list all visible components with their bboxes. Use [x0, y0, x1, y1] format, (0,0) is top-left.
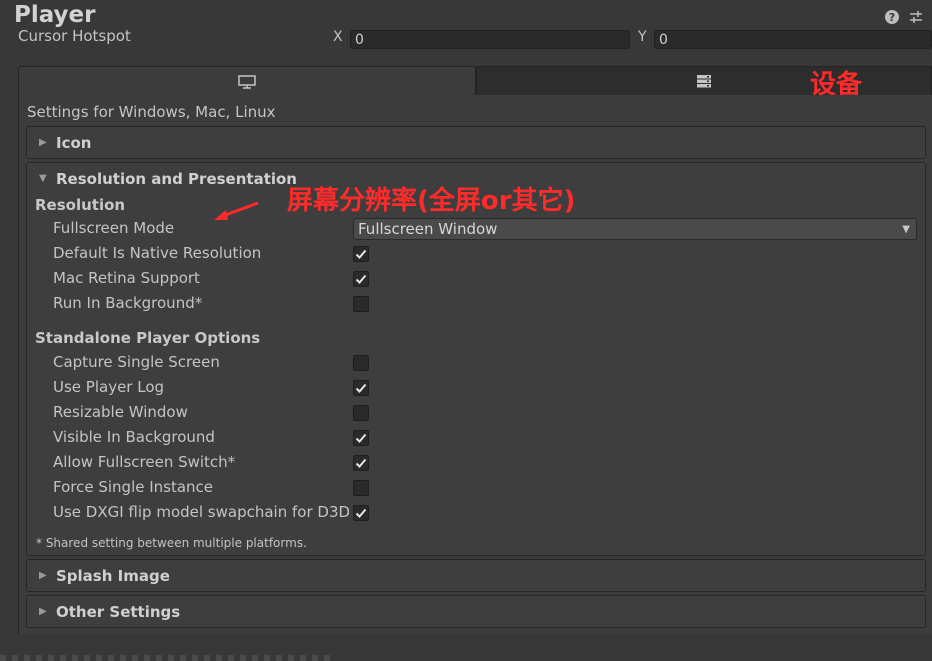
settings-sliders-icon[interactable]	[909, 10, 923, 24]
chevron-down-icon: ▼	[902, 224, 910, 235]
fullscreen-mode-value: Fullscreen Window	[358, 220, 498, 238]
foldout-other-settings[interactable]: ▶ Other Settings	[26, 595, 926, 628]
inspector-title: Player	[14, 2, 96, 28]
setting-checkbox[interactable]	[353, 455, 369, 471]
tab-dedicated-server[interactable]	[476, 66, 932, 96]
annotation-arrow-icon	[214, 201, 259, 220]
collapsed-arrow-icon: ▶	[39, 570, 47, 581]
platform-title: Settings for Windows, Mac, Linux	[27, 103, 276, 121]
checkmark-icon	[355, 433, 367, 443]
annotation-resolution: 屏幕分辨率(全屏or其它)	[287, 186, 576, 216]
expanded-arrow-icon: ▼	[39, 173, 47, 184]
cursor-hotspot-label: Cursor Hotspot	[18, 27, 131, 45]
foldout-icon-title: Icon	[56, 134, 92, 152]
setting-checkbox[interactable]	[353, 271, 369, 287]
collapsed-arrow-icon: ▶	[39, 606, 47, 617]
checkmark-icon	[355, 249, 367, 259]
setting-label: Run In Background*	[53, 294, 203, 312]
setting-checkbox[interactable]	[353, 380, 369, 396]
setting-label: Force Single Instance	[53, 478, 214, 496]
checkmark-icon	[355, 458, 367, 468]
checkmark-icon	[355, 383, 367, 393]
shared-setting-note: * Shared setting between multiple platfo…	[36, 536, 307, 550]
foldout-resolution-title[interactable]: Resolution and Presentation	[56, 170, 297, 188]
y-axis-label: Y	[638, 29, 647, 45]
setting-label: Resizable Window	[53, 403, 188, 421]
fullscreen-mode-dropdown[interactable]: Fullscreen Window ▼	[353, 218, 917, 240]
standalone-options-heading: Standalone Player Options	[35, 329, 261, 347]
resolution-heading: Resolution	[35, 196, 126, 214]
monitor-icon	[238, 74, 256, 89]
setting-label: Mac Retina Support	[53, 269, 200, 287]
setting-label: Visible In Background	[53, 428, 215, 446]
foldout-other-title: Other Settings	[56, 603, 181, 621]
setting-label: Use DXGI flip model swapchain for D3D11	[53, 503, 349, 521]
fullscreen-mode-label: Fullscreen Mode	[53, 219, 175, 237]
setting-checkbox[interactable]	[353, 480, 369, 496]
help-icon[interactable]: ?	[885, 10, 899, 24]
setting-checkbox[interactable]	[353, 430, 369, 446]
hotspot-x-field[interactable]: 0	[350, 30, 630, 49]
foldout-splash-title: Splash Image	[56, 567, 170, 585]
bottom-edge	[0, 655, 330, 661]
server-icon	[697, 75, 711, 88]
setting-label: Use Player Log	[53, 378, 165, 396]
setting-label: Default Is Native Resolution	[53, 244, 262, 262]
setting-label: Allow Fullscreen Switch*	[53, 453, 236, 471]
platform-tabs	[18, 66, 932, 96]
foldout-splash-image[interactable]: ▶ Splash Image	[26, 559, 926, 592]
setting-checkbox[interactable]	[353, 296, 369, 312]
checkmark-icon	[355, 274, 367, 284]
x-axis-label: X	[333, 29, 343, 45]
checkmark-icon	[355, 508, 367, 518]
hotspot-y-field[interactable]: 0	[654, 30, 932, 49]
setting-checkbox[interactable]	[353, 246, 369, 262]
collapsed-arrow-icon: ▶	[39, 137, 47, 148]
foldout-icon[interactable]: ▶ Icon	[26, 126, 926, 159]
setting-checkbox[interactable]	[353, 505, 369, 521]
setting-label: Capture Single Screen	[53, 353, 220, 371]
setting-checkbox[interactable]	[353, 355, 369, 371]
setting-checkbox[interactable]	[353, 405, 369, 421]
tab-standalone[interactable]	[18, 66, 476, 96]
